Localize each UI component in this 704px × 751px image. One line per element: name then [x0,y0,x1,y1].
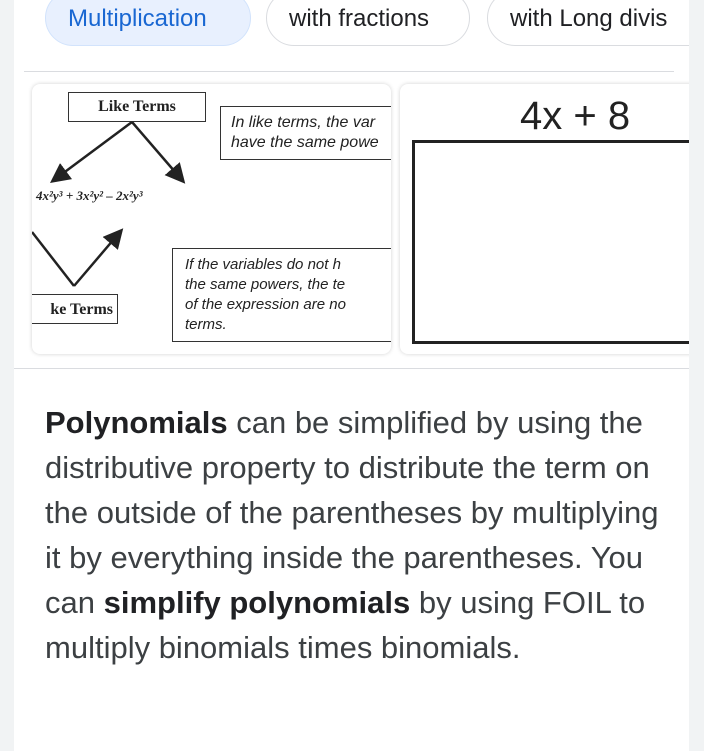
result-card: Multiplication with fractions with Long … [14,0,689,751]
note-2-line-2: the same powers, the te [185,276,346,293]
chip-with-long-division[interactable]: with Long divis [487,0,689,46]
featured-snippet-text: Polynomials can be simplified by using t… [45,400,665,670]
divider [14,368,689,369]
unlike-terms-label: ke Terms [32,294,118,324]
note-2-line-1: If the variables do not h [185,256,341,273]
note-2-line-3: of the expression are no [185,296,346,313]
bold-term-simplify-polynomials: simplify polynomials [103,585,411,620]
empty-rectangle [412,140,689,344]
divider [24,71,674,72]
chip-multiplication[interactable]: Multiplication [45,0,251,46]
note-box-2: If the variables do not h the same power… [172,248,391,342]
chip-row: Multiplication with fractions with Long … [14,0,689,52]
expression-4x-plus-8: 4x + 8 [520,94,631,138]
bold-term-polynomials: Polynomials [45,405,228,440]
chip-with-fractions[interactable]: with fractions [266,0,470,46]
note-2-line-4: terms. [185,316,227,333]
image-thumbnail-expression[interactable]: 4x + 8 [400,84,689,354]
image-thumbnail-like-terms[interactable]: Like Terms In like terms, the var have t… [32,84,391,354]
expression-text: 4x²y³ + 3x²y² – 2x²y³ [36,188,143,203]
